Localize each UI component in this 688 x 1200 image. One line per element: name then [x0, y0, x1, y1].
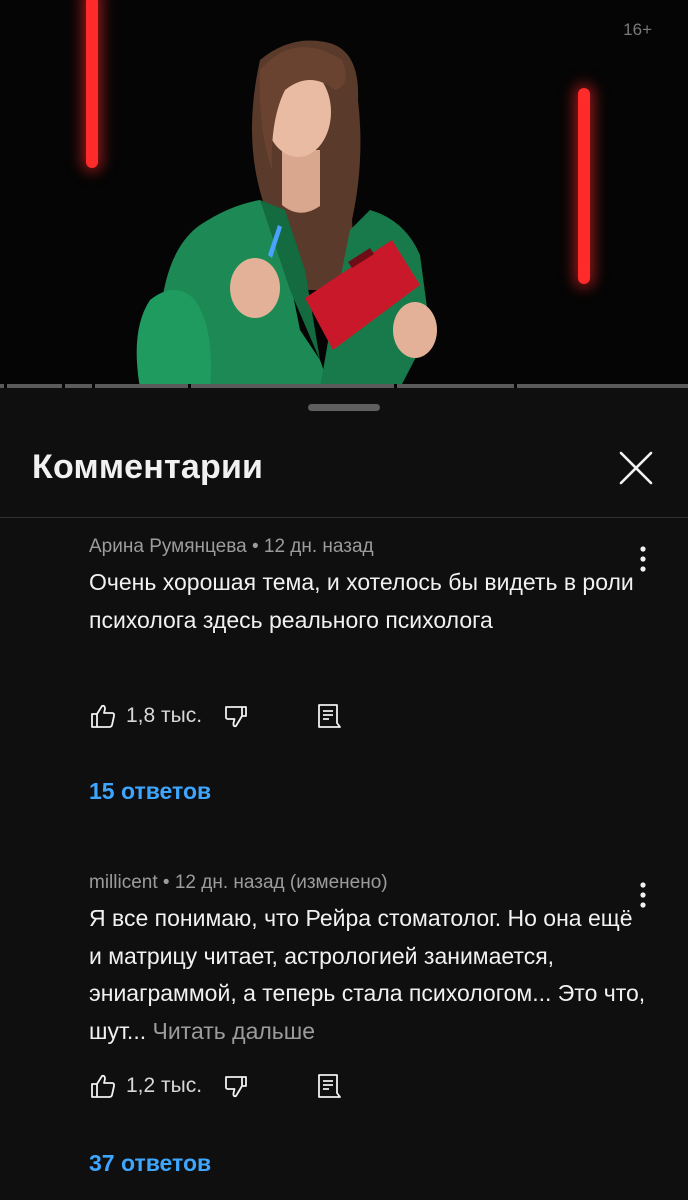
reply-icon[interactable] [315, 702, 343, 730]
like-count: 1,2 тыс. [126, 1074, 203, 1097]
header-divider [0, 517, 688, 518]
video-player[interactable]: 16+ [0, 0, 688, 388]
dislike-icon[interactable] [223, 1074, 251, 1102]
presenter-image [136, 40, 437, 388]
comment-text[interactable]: Я все понимаю, что Рейра стоматолог. Но … [89, 900, 649, 1050]
neon-light-right [578, 88, 590, 284]
reply-icon[interactable] [315, 1072, 343, 1100]
view-replies-link[interactable]: 15 ответов [89, 778, 211, 805]
dislike-icon[interactable] [223, 704, 251, 732]
close-icon[interactable] [612, 444, 660, 492]
comment-item: Арина Румянцева • 12 дн. назад Очень хор… [0, 536, 688, 806]
like-icon[interactable] [89, 1072, 117, 1100]
sheet-drag-handle[interactable] [308, 404, 380, 411]
view-replies-link[interactable]: 37 ответов [89, 1150, 211, 1177]
comment-actions: 1,8 тыс. [89, 702, 389, 734]
comments-title: Комментарии [32, 448, 264, 486]
comment-item: millicent • 12 дн. назад (изменено) Я вс… [0, 872, 688, 1182]
comment-actions: 1,2 тыс. [89, 1072, 389, 1104]
neon-light-left [86, 0, 98, 168]
age-rating-badge: 16+ [623, 20, 652, 39]
comment-text[interactable]: Очень хорошая тема, и хотелось бы видеть… [89, 564, 649, 639]
comment-meta[interactable]: Арина Румянцева • 12 дн. назад [89, 536, 374, 558]
read-more-link[interactable]: Читать дальше [153, 1018, 316, 1044]
comment-meta[interactable]: millicent • 12 дн. назад (изменено) [89, 872, 388, 894]
like-count: 1,8 тыс. [126, 704, 203, 727]
comments-sheet: Комментарии Арина Румянцева • 12 дн. наз… [0, 388, 688, 1200]
like-icon[interactable] [89, 702, 117, 730]
